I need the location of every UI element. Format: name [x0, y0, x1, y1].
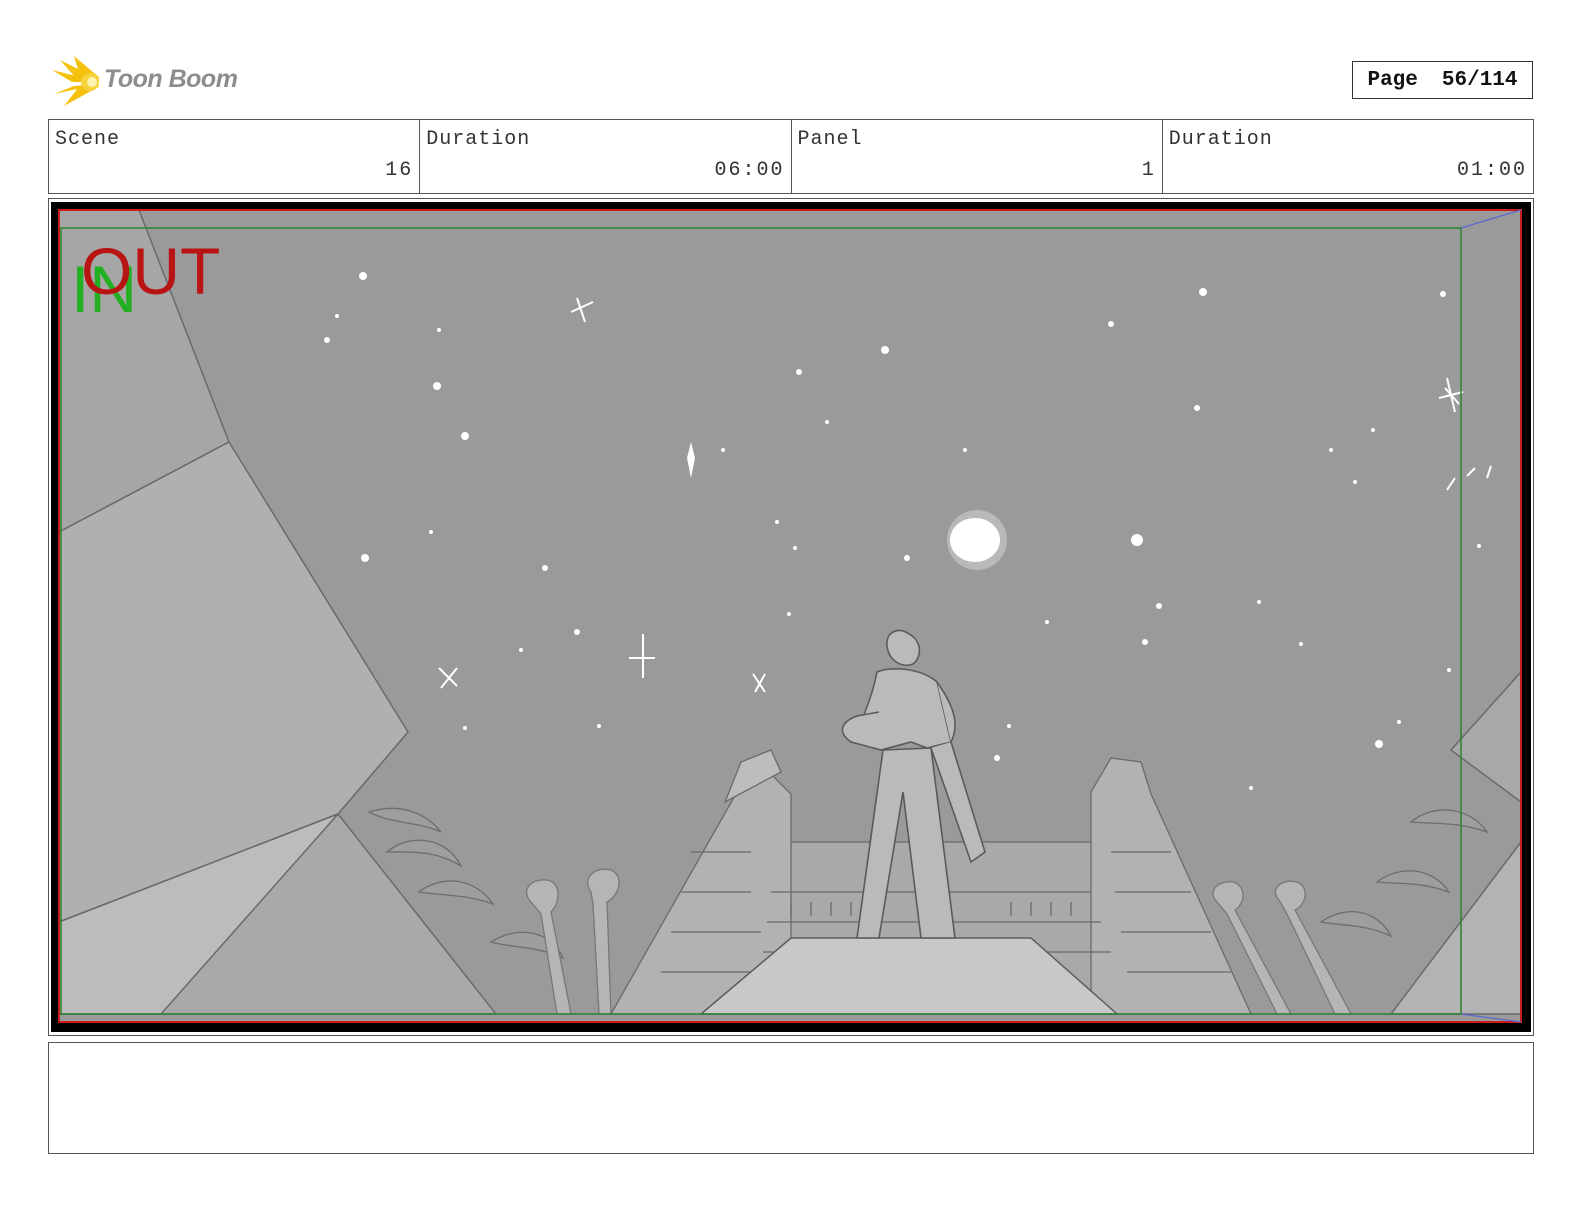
panel-duration-value: 01:00 — [1456, 159, 1527, 182]
logo-text: Toon Boom — [104, 65, 238, 93]
scene-duration-label: Duration — [426, 128, 531, 151]
panel-info-table: Scene 16 Duration 06:00 Panel 1 Duration… — [48, 119, 1534, 194]
scene-cell: Scene 16 — [49, 120, 419, 193]
scene-duration-value: 06:00 — [714, 159, 785, 182]
toon-boom-logo: Toon Boom — [50, 56, 250, 108]
scene-value: 16 — [385, 159, 414, 182]
panel-value: 1 — [1141, 159, 1156, 182]
panel-notes-box[interactable] — [48, 1042, 1534, 1154]
page-label: Page — [1367, 68, 1418, 92]
panel-drawing: IN OUT — [51, 202, 1531, 1032]
scene-label: Scene — [55, 128, 121, 151]
out-marker: OUT — [81, 234, 220, 308]
moon-icon — [950, 518, 1000, 562]
page-indicator: Page 56/114 — [1352, 61, 1533, 99]
panel-duration-cell: Duration 01:00 — [1161, 120, 1533, 193]
starburst-logo-icon — [52, 56, 100, 106]
panel-duration-label: Duration — [1168, 128, 1273, 151]
panel-cell: Panel 1 — [790, 120, 1162, 193]
scene-duration-cell: Duration 06:00 — [419, 120, 790, 193]
panel-label: Panel — [797, 128, 863, 151]
page-number: 56/114 — [1441, 68, 1518, 92]
storyboard-panel: IN OUT — [48, 198, 1534, 1036]
